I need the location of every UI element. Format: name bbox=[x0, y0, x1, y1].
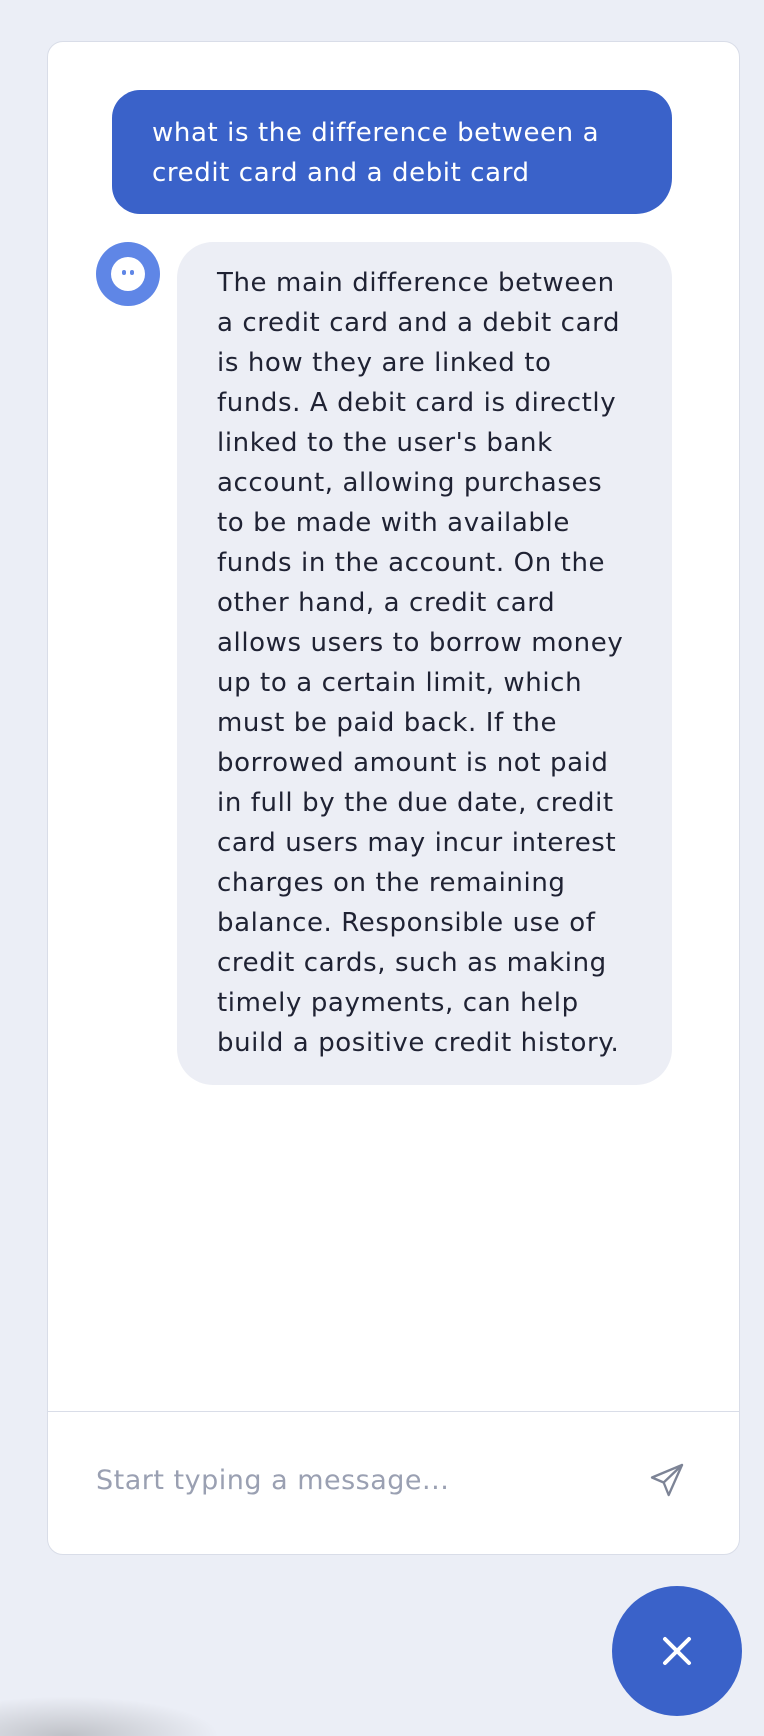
message-list: what is the difference between a credit … bbox=[48, 42, 739, 1411]
chat-window: what is the difference between a credit … bbox=[47, 41, 740, 1555]
bot-face-icon bbox=[111, 257, 145, 291]
bot-message-bubble: The main difference between a credit car… bbox=[177, 242, 672, 1085]
user-message-bubble: what is the difference between a credit … bbox=[112, 90, 672, 214]
close-icon bbox=[663, 1637, 691, 1665]
bot-avatar bbox=[96, 242, 160, 306]
message-composer bbox=[48, 1412, 739, 1554]
message-input[interactable] bbox=[96, 1452, 616, 1508]
page-corner-shadow bbox=[0, 1696, 220, 1736]
close-chat-button[interactable] bbox=[612, 1586, 742, 1716]
send-button[interactable] bbox=[643, 1456, 691, 1504]
send-paper-plane-icon bbox=[650, 1463, 684, 1497]
